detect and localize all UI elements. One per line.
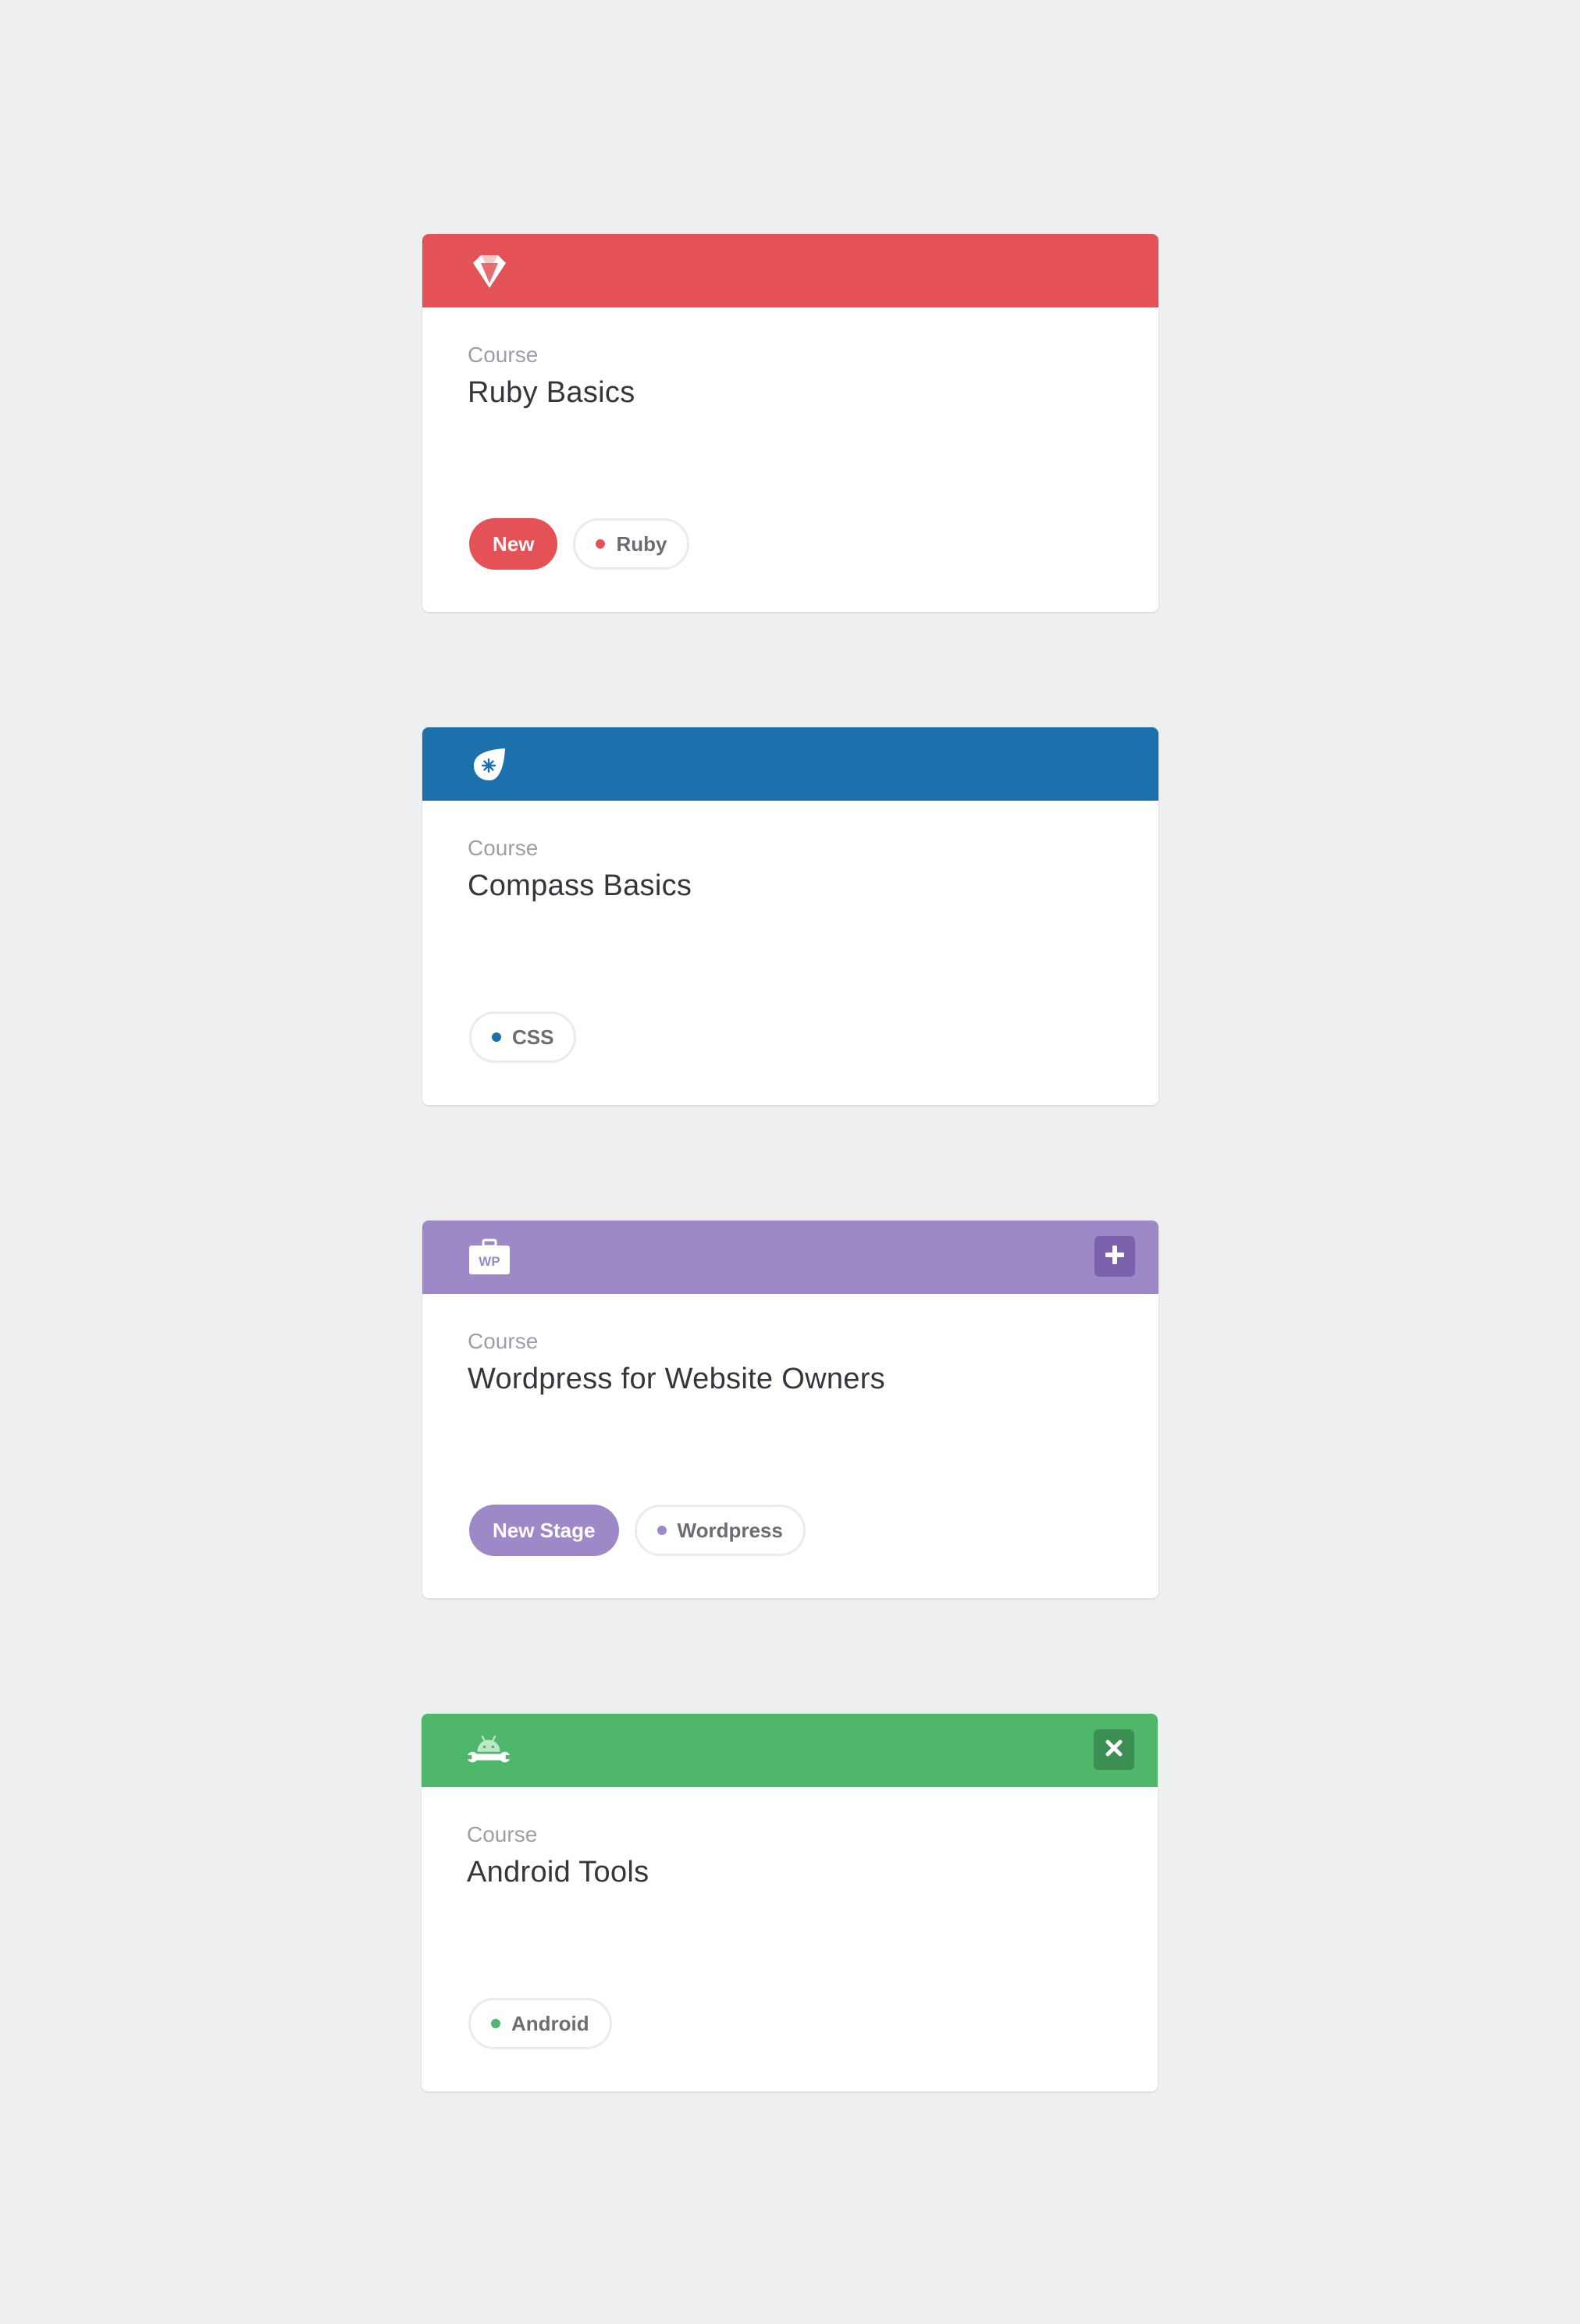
card-body: Course Compass Basics CSS: [422, 801, 1158, 1105]
course-label: Course: [468, 1329, 539, 1353]
course-title[interactable]: Ruby Basics: [468, 375, 1113, 410]
card-body: Course Wordpress for Website Owners New …: [422, 1294, 1158, 1598]
card-header: WP: [422, 1221, 1158, 1294]
new-badge[interactable]: New: [469, 518, 558, 570]
course-card-ruby[interactable]: Course Ruby Basics New Ruby: [422, 234, 1158, 612]
close-icon: [1105, 1739, 1123, 1761]
wp-icon-text: WP: [479, 1254, 500, 1269]
remove-course-button[interactable]: [1094, 1729, 1134, 1770]
topic-tag-ruby[interactable]: Ruby: [573, 518, 690, 570]
course-label: Course: [468, 343, 539, 367]
tag-list: New Stage Wordpress: [469, 1505, 806, 1556]
course-title[interactable]: Wordpress for Website Owners: [468, 1361, 1113, 1397]
course-label: Course: [467, 1822, 538, 1846]
card-body: Course Ruby Basics New Ruby: [422, 307, 1158, 612]
add-course-button[interactable]: [1094, 1236, 1135, 1277]
topic-tag-label: Ruby: [616, 531, 667, 556]
course-card-android[interactable]: Course Android Tools Android: [422, 1714, 1158, 2091]
course-card-wordpress[interactable]: WP Course Wordpress for Website Owners N…: [422, 1221, 1158, 1598]
card-body: Course Android Tools Android: [422, 1787, 1158, 2091]
topic-dot: [492, 1032, 501, 1042]
card-header: [422, 727, 1158, 801]
course-card-compass[interactable]: Course Compass Basics CSS: [422, 727, 1158, 1105]
topic-tag-label: Wordpress: [677, 1518, 783, 1542]
topic-tag-label: Android: [511, 2011, 589, 2035]
topic-dot: [657, 1526, 667, 1535]
tag-list: CSS: [469, 1011, 577, 1063]
compass-drop-icon: [468, 744, 511, 784]
topic-tag-wordpress[interactable]: Wordpress: [634, 1505, 806, 1556]
topic-dot: [596, 539, 606, 549]
course-title[interactable]: Compass Basics: [468, 868, 1113, 904]
plus-icon: [1105, 1245, 1125, 1269]
wordpress-toolbox-icon: WP: [468, 1238, 511, 1277]
topic-tag-css[interactable]: CSS: [469, 1011, 577, 1063]
course-title[interactable]: Android Tools: [467, 1854, 1112, 1890]
new-stage-badge[interactable]: New Stage: [469, 1505, 619, 1556]
topic-tag-label: CSS: [512, 1025, 554, 1049]
tag-list: New Ruby: [469, 518, 690, 570]
android-wrench-icon: [467, 1731, 511, 1770]
tag-list: Android: [468, 1998, 612, 2049]
ruby-gem-icon: [468, 251, 511, 290]
card-header: [422, 234, 1158, 307]
card-header: [422, 1714, 1158, 1787]
topic-dot: [491, 2019, 500, 2028]
topic-tag-android[interactable]: Android: [468, 1998, 612, 2049]
course-label: Course: [468, 836, 539, 860]
